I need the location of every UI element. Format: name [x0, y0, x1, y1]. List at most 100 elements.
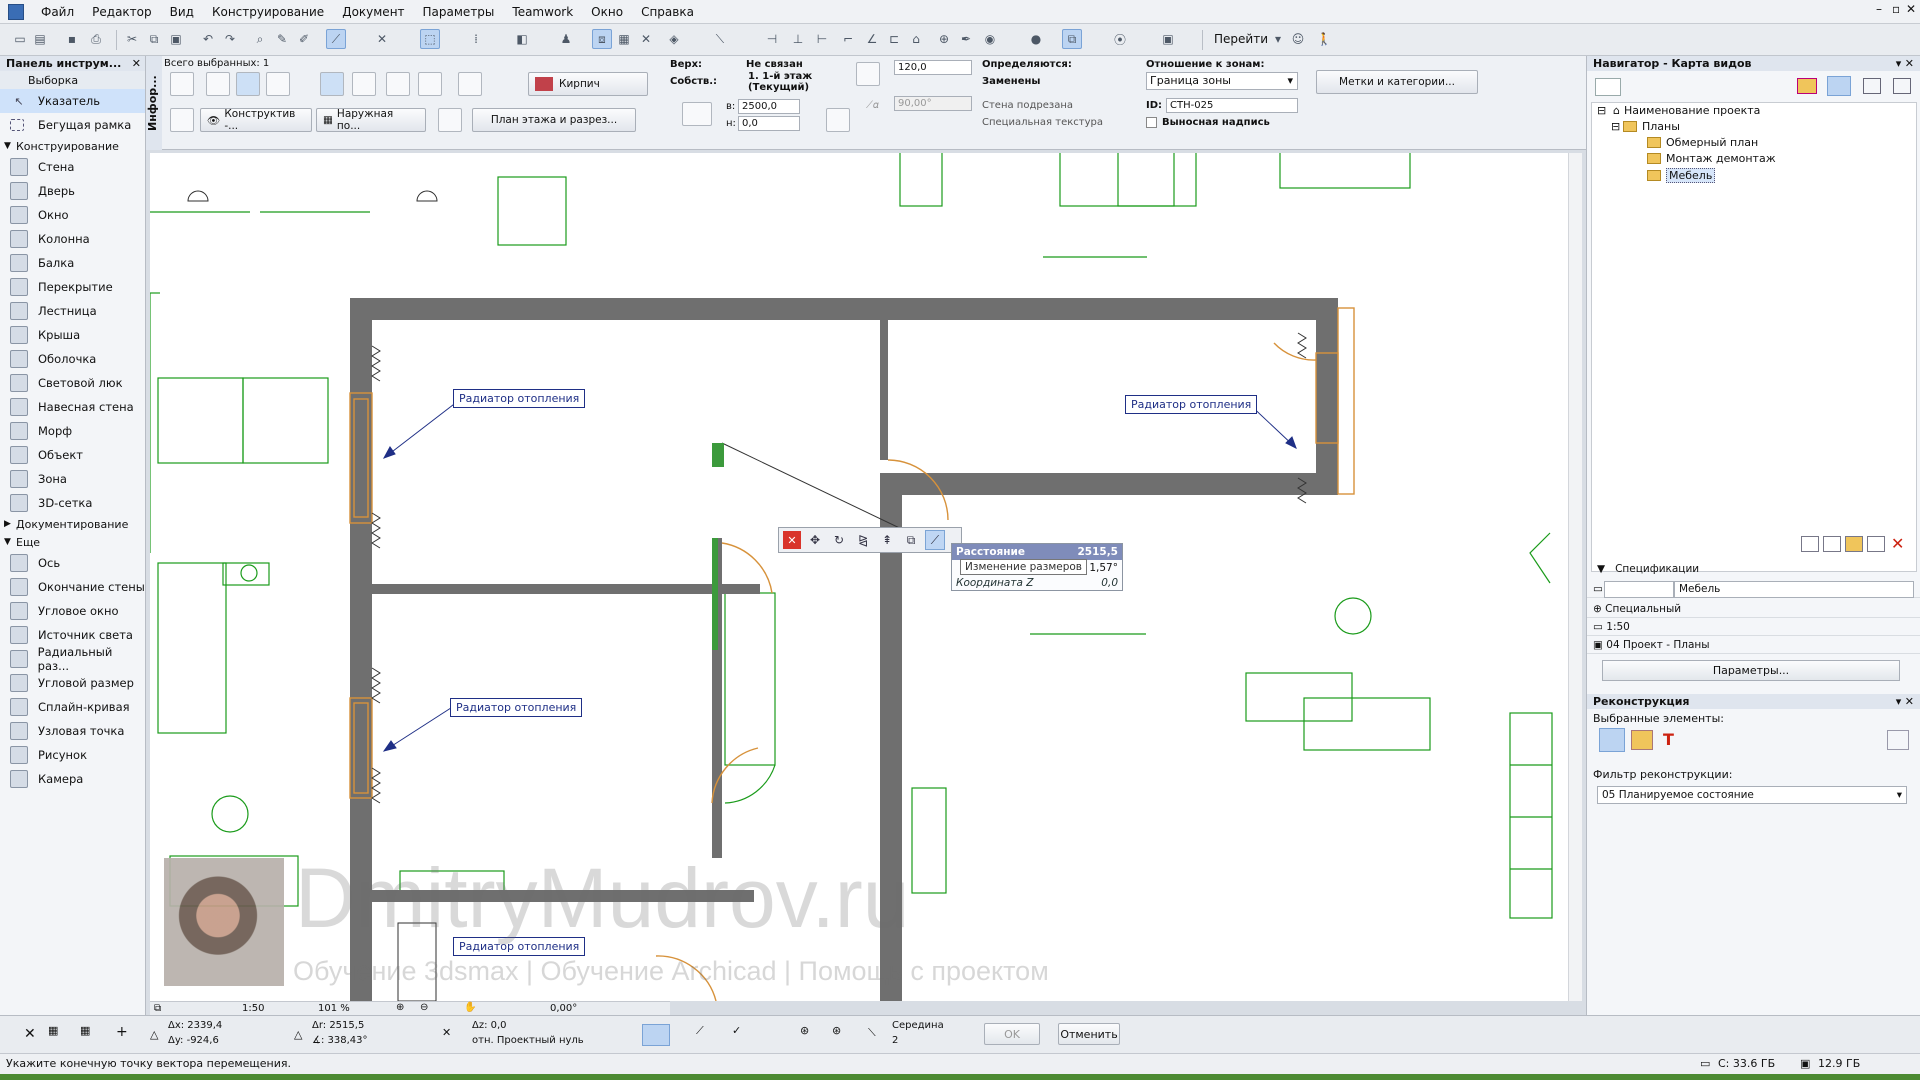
close-icon[interactable]: ✕: [1906, 2, 1916, 16]
tree-plans[interactable]: ⊟ Планы: [1611, 120, 1680, 133]
renovation-filter-select[interactable]: 05 Планируемое состояние ▾: [1597, 786, 1907, 804]
wall-height-icon[interactable]: [458, 72, 482, 96]
paste-icon[interactable]: ▣: [166, 29, 186, 49]
zoom-out-icon[interactable]: ⊖: [420, 1002, 428, 1013]
tool-mesh[interactable]: 3D-сетка: [0, 491, 145, 515]
cancel-icon[interactable]: ✕: [783, 531, 801, 549]
split-icon[interactable]: ⊥: [788, 29, 808, 49]
tool-marquee[interactable]: Бегущая рамка: [0, 113, 145, 137]
tool-object[interactable]: Объект: [0, 443, 145, 467]
gravity-icon[interactable]: ⟋: [326, 29, 346, 49]
building-material-select[interactable]: Кирпич: [528, 72, 648, 96]
copy-icon[interactable]: ⧉: [144, 29, 164, 49]
new-file-icon[interactable]: ▭: [10, 29, 30, 49]
scale-field[interactable]: 1:50: [242, 1003, 264, 1014]
new-view-icon[interactable]: [1845, 536, 1863, 552]
menu-document[interactable]: Документ: [333, 0, 413, 24]
fillet-icon[interactable]: ⌐: [838, 29, 858, 49]
layers-icon[interactable]: ◧: [512, 29, 532, 49]
specs-header[interactable]: ▼ Спецификации: [1597, 563, 1699, 575]
line-tool-icon[interactable]: ⟍: [710, 29, 730, 49]
vertical-scrollbar[interactable]: [1568, 153, 1582, 1001]
tool-lamp[interactable]: Источник света: [0, 623, 145, 647]
tool-beam[interactable]: Балка: [0, 251, 145, 275]
floor-plan-view-icon[interactable]: ⧉: [1062, 29, 1082, 49]
straight-wall-icon[interactable]: [320, 72, 344, 96]
menu-view[interactable]: Вид: [161, 0, 203, 24]
bottom-height-field[interactable]: 0,0: [738, 116, 800, 131]
structural-function-select[interactable]: 👁 Конструктив -...: [200, 108, 312, 132]
zoom-in-icon[interactable]: ⊕: [396, 1002, 404, 1013]
tree-view-survey[interactable]: Обмерный план: [1647, 136, 1758, 149]
menu-edit[interactable]: Редактор: [83, 0, 160, 24]
group-construct[interactable]: ▼ Конструирование: [0, 137, 145, 155]
tool-window[interactable]: Окно: [0, 203, 145, 227]
tool-radial-dimension[interactable]: Радиальный раз...: [0, 645, 145, 673]
view-map-icon[interactable]: [1827, 76, 1851, 96]
spec-name-field[interactable]: Мебель: [1674, 581, 1914, 598]
section-marker-icon[interactable]: ⊕: [934, 29, 954, 49]
minimize-icon[interactable]: –: [1876, 2, 1882, 16]
elevate-icon[interactable]: ⇞: [877, 530, 897, 550]
close-icon[interactable]: ▾ ✕: [1896, 694, 1914, 709]
delete-view-icon[interactable]: ✕: [1891, 534, 1904, 553]
menu-teamwork[interactable]: Teamwork: [503, 0, 582, 24]
paint-icon[interactable]: ✒: [956, 29, 976, 49]
redo-icon[interactable]: ↷: [220, 29, 240, 49]
snap-guides-icon[interactable]: ✕: [372, 29, 392, 49]
tree-project[interactable]: ⊟ ⌂ Наименование проекта: [1597, 104, 1760, 117]
renovation-filter-icon[interactable]: ⧈: [592, 29, 612, 49]
menu-help[interactable]: Справка: [632, 0, 703, 24]
view-map-button[interactable]: [1595, 78, 1621, 96]
publisher-icon[interactable]: [1893, 78, 1911, 94]
curved-wall-icon[interactable]: [352, 72, 376, 96]
wall-direction-icon[interactable]: [236, 72, 260, 96]
zone-relation-select[interactable]: Граница зоны ▾: [1146, 72, 1298, 90]
snap-check-icon[interactable]: ✓: [732, 1024, 741, 1037]
save-view-icon[interactable]: [1867, 536, 1885, 552]
pick-up-icon[interactable]: ✎: [272, 29, 292, 49]
pan-icon[interactable]: ✋: [464, 1002, 476, 1013]
undo-icon[interactable]: ↶: [198, 29, 218, 49]
find-select-icon[interactable]: ⌕: [250, 29, 270, 49]
layout-book-icon[interactable]: ▣: [1158, 29, 1178, 49]
angle-value[interactable]: 1,57°: [1089, 562, 1118, 574]
clone-view-icon[interactable]: [1823, 536, 1841, 552]
print-icon[interactable]: ⎙: [86, 29, 106, 49]
chevron-down-icon[interactable]: ▾: [1268, 29, 1288, 49]
z-value[interactable]: 0,0: [1101, 577, 1118, 589]
tags-categories-button[interactable]: Метки и категории...: [1316, 70, 1478, 94]
goto-menu[interactable]: Перейти: [1208, 30, 1274, 48]
tool-wall[interactable]: Стена: [0, 155, 145, 179]
id-field[interactable]: СТН-025: [1166, 98, 1298, 113]
tool-wall-end[interactable]: Окончание стены: [0, 575, 145, 599]
tool-pointer[interactable]: ↖ Указатель: [0, 89, 145, 113]
floor-plan-and-section-button[interactable]: План этажа и разрез...: [472, 108, 636, 132]
reference-line-icon[interactable]: [206, 72, 230, 96]
tool-shell[interactable]: Оболочка: [0, 347, 145, 371]
close-icon[interactable]: ✕: [132, 56, 141, 71]
close-icon[interactable]: ✕: [24, 1026, 36, 1042]
tool-stair[interactable]: Лестница: [0, 299, 145, 323]
tool-angle-dimension[interactable]: Угловой размер: [0, 671, 145, 695]
table-icon[interactable]: ▦: [614, 29, 634, 49]
trapezoid-wall-icon[interactable]: [386, 72, 410, 96]
tool-hotspot[interactable]: Узловая точка: [0, 719, 145, 743]
3d-window-icon[interactable]: ⦿: [1110, 29, 1130, 49]
fill-icon[interactable]: ◈: [664, 29, 684, 49]
zoom-field[interactable]: 101 %: [318, 1003, 350, 1014]
tree-view-demolition[interactable]: Монтаж демонтаж: [1647, 152, 1776, 165]
inject-icon[interactable]: ✐: [294, 29, 314, 49]
floor-plan-canvas[interactable]: Радиатор отопления Радиатор отопления Ра…: [150, 153, 1572, 1001]
measure-icon[interactable]: ⟋: [696, 1024, 704, 1038]
drag-icon[interactable]: ✥: [805, 530, 825, 550]
tool-corner-window[interactable]: Угловое окно: [0, 599, 145, 623]
merge-icon[interactable]: ⊏: [884, 29, 904, 49]
layout-icon[interactable]: ⧉: [154, 1003, 161, 1014]
spec-id-field[interactable]: [1604, 581, 1674, 598]
radiator-callout[interactable]: Радиатор отопления: [450, 698, 583, 717]
construction-grid-icon[interactable]: ▦: [80, 1024, 90, 1037]
offset-icon[interactable]: ∠: [862, 29, 882, 49]
renovation-existing-icon[interactable]: [1599, 728, 1625, 752]
tool-curtain-wall[interactable]: Навесная стена: [0, 395, 145, 419]
